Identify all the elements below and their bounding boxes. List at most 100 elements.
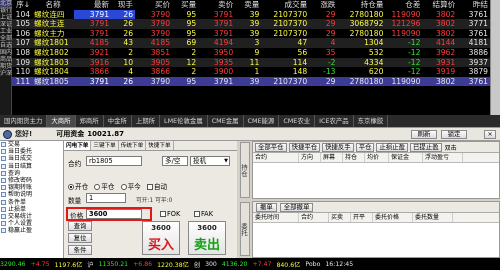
exchange-tab[interactable]: CME金属 — [208, 115, 244, 127]
side-strip-item[interactable]: 工业 — [0, 28, 12, 35]
quote-header-cell[interactable]: 卖量 — [235, 0, 261, 10]
exchange-tab[interactable]: 国内期货主力 — [0, 115, 48, 127]
positions-column-header[interactable]: 持仓 — [343, 153, 365, 162]
side-strip-item[interactable]: 深证 — [0, 21, 12, 28]
exchange-tab[interactable]: 上期所 — [132, 115, 161, 127]
condition-button[interactable]: 条件 — [68, 245, 92, 255]
exchange-tab[interactable]: 郑商所 — [76, 115, 104, 127]
positions-column-header[interactable]: 屏幕 — [321, 153, 343, 162]
close-radio[interactable]: 平仓 — [94, 183, 114, 191]
reset-button[interactable]: 复位 — [68, 233, 92, 243]
quote-row[interactable]: 109 螺纹1803 3916 10 3905 12 3935 11 114 -2 4334 -12 3… — [12, 57, 490, 68]
tree-item[interactable]: 稳赢止盈 — [0, 227, 63, 234]
quote-header-cell[interactable]: 卖价 — [198, 0, 235, 10]
quote-scrollbar[interactable] — [490, 0, 500, 115]
quote-header-cell[interactable]: 持仓量 — [338, 0, 386, 10]
quote-header-cell[interactable]: 现手 — [111, 0, 135, 10]
quote-header-cell[interactable]: 结算价 — [422, 0, 457, 10]
positions-action-button[interactable]: 已提止盈 — [410, 142, 442, 152]
tree-item[interactable]: 交易统计 — [0, 213, 63, 220]
tree-item[interactable]: 当日成交 — [0, 155, 63, 162]
side-strip-item[interactable]: 全部 — [0, 35, 12, 42]
side-strip-item[interactable]: 沪深 — [0, 70, 12, 77]
positions-action-button[interactable]: 快捷反手 — [322, 142, 354, 152]
exchange-tab[interactable]: 大商所 — [47, 115, 76, 127]
tree-item[interactable]: 止损单 — [0, 206, 63, 213]
price-input[interactable]: 3600 — [86, 209, 142, 219]
orders-action-button[interactable]: 撤单 — [256, 202, 277, 212]
positions-column-header[interactable]: 方向 — [299, 153, 321, 162]
quote-header-cell[interactable]: 仓差 — [385, 0, 422, 10]
side-strip-item[interactable]: 银行 — [0, 7, 12, 14]
orders-column-header[interactable]: 买卖 — [329, 213, 351, 222]
side-strip-item[interactable]: 北京 — [0, 0, 12, 7]
orders-column-header[interactable]: 委托数量 — [413, 213, 453, 222]
positions-column-header[interactable]: 保证金 — [389, 153, 423, 162]
exchange-tab[interactable]: CME能源 — [244, 115, 280, 127]
fak-checkbox[interactable]: FAK — [194, 210, 213, 218]
tree-item[interactable]: 查询 — [0, 170, 63, 177]
orders-column-header[interactable]: 委托时间 — [253, 213, 299, 222]
order-mode-tab[interactable]: 快捷下单 — [146, 141, 174, 150]
hedge-select[interactable]: 投机 ▼ — [190, 156, 230, 166]
positions-vtab[interactable]: 持仓 — [240, 142, 250, 198]
auto-checkbox[interactable]: 自动 — [146, 183, 167, 191]
quote-header-cell[interactable]: 买价 — [135, 0, 172, 10]
sell-button[interactable]: 3600 卖出 — [188, 221, 226, 255]
tree-item[interactable]: 帮助说明 — [0, 191, 63, 198]
order-mode-tab[interactable]: 传统下单 — [119, 141, 147, 150]
tree-item[interactable]: 条件单 — [0, 199, 63, 206]
quote-row[interactable]: 111 螺纹1805 3791 26 3790 95 3791 39 2107370 29 2780… — [12, 76, 490, 87]
quote-row[interactable]: 104 螺纹连四 3791 26 3790 95 3791 39 2107370 29 278018… — [12, 9, 490, 20]
buy-button[interactable]: 3600 买入 — [142, 221, 180, 255]
direction-select[interactable]: 多/空 — [162, 156, 188, 166]
orders-column-header[interactable]: 开平 — [351, 213, 373, 222]
open-radio[interactable]: 开仓 — [68, 183, 88, 191]
quote-header-cell[interactable]: 序↓ — [12, 0, 32, 10]
query-button[interactable]: 查询 — [68, 221, 92, 231]
contract-input[interactable]: rb1805 — [86, 156, 142, 166]
quote-header-cell[interactable]: 买量 — [172, 0, 198, 10]
quote-row[interactable]: 108 螺纹1802 3921 2 3851 2 3950 9 56 35 532 -12 3962 38… — [12, 48, 490, 58]
positions-column-header[interactable]: 合约 — [253, 153, 299, 162]
orders-action-button[interactable]: 全部撤单 — [279, 202, 314, 212]
positions-column-header[interactable]: 均价 — [365, 153, 389, 162]
side-strip-item[interactable]: 期货 — [0, 63, 12, 70]
side-strip-item[interactable]: 国内 — [0, 49, 12, 56]
order-mode-tab[interactable]: 闪电下单 — [64, 141, 92, 150]
order-mode-tab[interactable]: 三键下单 — [91, 141, 119, 150]
quote-header-cell[interactable]: 涨跌 — [309, 0, 337, 10]
exchange-tab[interactable]: ICE农产品 — [315, 115, 354, 127]
quote-header-cell[interactable]: 最新 — [74, 0, 111, 10]
positions-action-button[interactable]: 止损止盈 — [376, 142, 409, 152]
lock-button[interactable]: 锁定 — [441, 130, 467, 139]
qty-input[interactable]: 1 — [86, 193, 126, 203]
positions-action-button[interactable]: 平仓 — [355, 142, 375, 152]
positions-column-header[interactable]: 浮动盈亏 — [423, 153, 463, 162]
positions-action-button[interactable]: 快捷平仓 — [288, 142, 321, 152]
exchange-tab[interactable]: 东京橡胶 — [354, 115, 389, 127]
quote-row[interactable]: 110 螺纹1804 3866 4 3866 2 3900 1 148 -13 620 -12 3919… — [12, 67, 490, 77]
quote-header-cell[interactable]: 成交量 — [261, 0, 309, 10]
quote-row[interactable]: 105 螺纹主连 3791 26 3790 95 3791 39 2107370 29 306879… — [12, 19, 490, 29]
quote-row[interactable]: 107 螺纹1801 4185 43 4185 69 4194 3 47 4 1304 -12 4144… — [12, 38, 490, 48]
side-strip-item[interactable]: 自选 — [0, 42, 12, 49]
close-button[interactable]: × — [484, 130, 496, 139]
side-strip-item[interactable]: 上证 — [0, 14, 12, 21]
tree-item[interactable]: 当日结算 — [0, 163, 63, 170]
exchange-tab[interactable]: CME农业 — [279, 115, 316, 127]
exchange-tab[interactable]: 中金所 — [104, 115, 132, 127]
quote-row[interactable]: 106 螺纹主力 3791 26 3790 95 3791 39 2107370 29 278018… — [12, 29, 490, 39]
orders-column-header[interactable]: 合约 — [299, 213, 329, 222]
market-side-strip[interactable]: 北京 银行 上证 深证 工业 全部 自选 国内 商品 期货 沪深 — [0, 0, 12, 115]
side-strip-item[interactable]: 商品 — [0, 56, 12, 63]
fok-checkbox[interactable]: FOK — [160, 210, 180, 218]
orders-vtab[interactable]: 委托 — [240, 202, 250, 256]
orders-column-header[interactable]: 委托价格 — [373, 213, 413, 222]
positions-action-button[interactable]: 全部平仓 — [255, 142, 287, 152]
quote-table[interactable]: 序↓ 名称 最新 现手 买价 买量 卖价 卖量 成交量 涨跌 持仓量 仓差 结算价 昨结 104 螺纹连四 3… — [12, 0, 490, 87]
refresh-button[interactable]: 刷新 — [411, 130, 437, 139]
close-today-radio[interactable]: 平今 — [120, 183, 141, 191]
quote-header-cell[interactable]: 名称 — [32, 0, 74, 10]
exchange-tab[interactable]: LME伦敦金属 — [160, 115, 208, 127]
